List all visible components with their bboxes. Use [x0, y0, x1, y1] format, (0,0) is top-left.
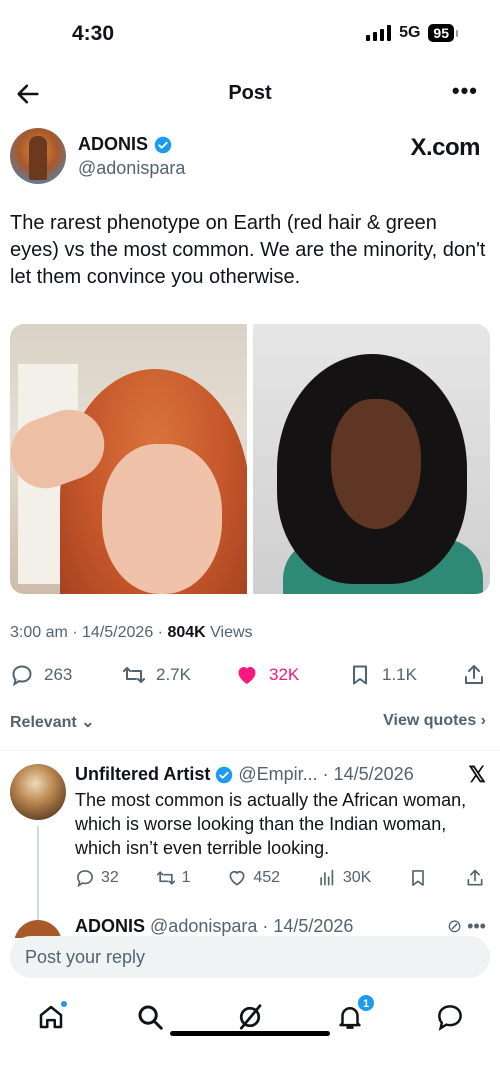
author-name: ADONIS: [78, 134, 149, 154]
verified-badge-icon: [216, 766, 233, 783]
views-count: 804K: [167, 624, 206, 641]
reply-text: The most common is actually the African …: [75, 790, 467, 858]
home-notification-dot: [60, 1000, 68, 1008]
reply-share-button[interactable]: [465, 868, 485, 888]
share-button[interactable]: [462, 663, 486, 687]
reply-repost-count: 1: [181, 869, 191, 886]
reply-icon: [12, 665, 32, 687]
search-icon: [138, 1005, 163, 1030]
reply-like-button[interactable]: 452: [227, 868, 280, 888]
more-options-icon[interactable]: •••: [452, 78, 478, 104]
view-quotes-label: View quotes: [383, 712, 477, 729]
network-type: 5G: [399, 24, 421, 41]
reply-header: Unfiltered Artist @Empir... · 14/5/2026: [75, 764, 414, 785]
reply-avatar[interactable]: [10, 764, 66, 820]
reply-actions: 32 1 452 30K: [75, 868, 485, 888]
status-time: 4:30: [72, 22, 115, 45]
reply-compose-input[interactable]: Post your reply: [10, 936, 490, 978]
verified-badge-icon: [154, 136, 172, 153]
reply-count: 263: [44, 665, 73, 684]
reply-button[interactable]: 263: [10, 663, 72, 687]
reply-author-name[interactable]: Unfiltered Artist: [75, 764, 210, 785]
post-actions: 263 2.7K 32K 1.1K: [10, 660, 490, 690]
views-label: Views: [205, 624, 253, 641]
reply-views-count: 30K: [342, 869, 372, 886]
avatar[interactable]: [10, 128, 66, 184]
reply-item[interactable]: Unfiltered Artist @Empir... · 14/5/2026 …: [0, 760, 500, 976]
like-button[interactable]: 32K: [235, 663, 299, 687]
divider: [0, 750, 500, 751]
post-image-left[interactable]: [10, 324, 247, 594]
share-icon: [467, 869, 483, 886]
tab-notifications[interactable]: 1: [335, 994, 375, 1032]
sort-replies-dropdown[interactable]: Relevant ⌄: [10, 712, 95, 732]
status-bar: 4:30 5G 95: [0, 0, 500, 62]
reply-handle-date[interactable]: @Empir... · 14/5/2026: [238, 764, 413, 785]
signal-icon: [366, 25, 392, 41]
post-media: [10, 324, 490, 594]
chat-icon: [438, 1005, 462, 1031]
view-quotes-link[interactable]: View quotes ›: [383, 712, 486, 730]
repost-icon: [123, 667, 145, 683]
post-image-right[interactable]: [253, 324, 490, 594]
reply-reply-count: 32: [101, 869, 119, 886]
post-timestamp: 3:00 am · 14/5/2026 ·: [10, 624, 168, 641]
reply-repost-button[interactable]: 1: [156, 868, 191, 888]
author-handle[interactable]: @adonispara: [78, 158, 185, 179]
more-options-icon[interactable]: ⊘ •••: [447, 916, 486, 937]
tab-messages[interactable]: [435, 1002, 465, 1032]
reply-reply-button[interactable]: 32: [75, 868, 119, 888]
status-indicators: 5G 95: [366, 24, 458, 42]
post-meta: 3:00 am · 14/5/2026 · 804K Views: [10, 624, 253, 642]
compose-placeholder: Post your reply: [25, 947, 146, 967]
reply-views-button[interactable]: 30K: [317, 868, 371, 888]
tab-search[interactable]: [135, 1002, 165, 1032]
page-title: Post: [228, 82, 272, 104]
bookmark-button[interactable]: 1.1K: [348, 663, 417, 687]
reply-header: ADONIS @adonispara · 14/5/2026: [75, 916, 353, 937]
analytics-icon: [320, 869, 334, 886]
notifications-badge: 1: [357, 994, 375, 1012]
reply-bookmark-button[interactable]: [408, 868, 428, 888]
share-icon: [465, 665, 483, 684]
author-name-row[interactable]: ADONIS: [78, 134, 172, 155]
tab-grok[interactable]: [235, 1002, 265, 1032]
x-logo-icon: 𝕏: [468, 762, 486, 787]
like-count: 32K: [269, 665, 300, 684]
post-header: Post •••: [0, 70, 500, 118]
brand-logo: X.com: [410, 134, 480, 161]
reply-icon: [77, 870, 93, 888]
bookmark-count: 1.1K: [382, 665, 417, 684]
repost-icon: [156, 871, 175, 885]
bookmark-icon: [353, 665, 367, 685]
reply-author-name: ADONIS: [75, 916, 146, 936]
home-indicator: [170, 1031, 330, 1036]
repost-button[interactable]: 2.7K: [122, 663, 191, 687]
bookmark-icon: [412, 870, 424, 886]
repost-count: 2.7K: [156, 665, 191, 684]
post-text: The rarest phenotype on Earth (red hair …: [10, 212, 486, 288]
grok-icon: [239, 1004, 262, 1030]
sort-label: Relevant: [10, 714, 77, 731]
chevron-right-icon: ›: [480, 712, 486, 729]
bottom-tab-bar: 1: [0, 994, 500, 1044]
reply-like-count: 452: [253, 869, 281, 886]
reply-handle-date: @adonispara · 14/5/2026: [150, 916, 354, 936]
battery-icon: 95: [428, 24, 458, 42]
chevron-down-icon: ⌄: [81, 714, 95, 731]
reply-item-peek[interactable]: ADONIS @adonispara · 14/5/2026 ⊘ •••: [0, 912, 500, 938]
heart-icon: [229, 870, 245, 886]
tab-home[interactable]: [36, 1000, 68, 1032]
post-author: ADONIS @adonispara X.com: [10, 126, 490, 186]
heart-filled-icon: [238, 667, 256, 684]
